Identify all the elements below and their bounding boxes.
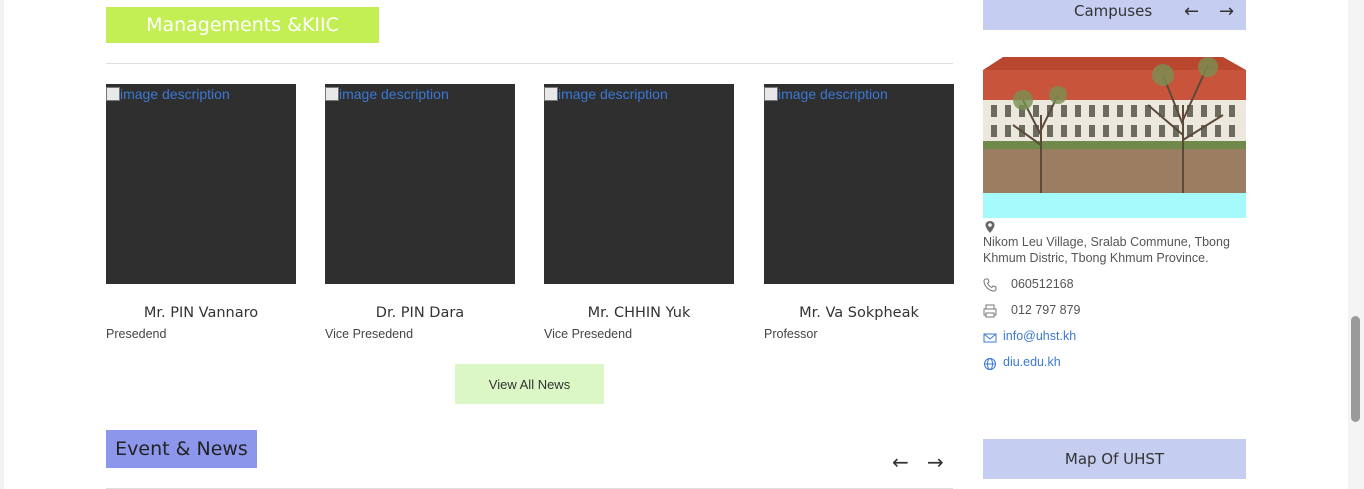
arrow-left-icon[interactable]: ← (892, 452, 909, 472)
campus-fax: 012 797 879 (1011, 303, 1081, 317)
member-card[interactable]: image description Mr. PIN Vannaro Presed… (106, 84, 296, 341)
broken-image-icon (764, 87, 778, 101)
member-photo: image description (106, 84, 296, 284)
broken-image-icon (106, 87, 120, 101)
broken-image-alt: image description (764, 86, 954, 102)
event-news-section-title: Event & News (106, 430, 257, 468)
management-section-title: Managements &KIIC (106, 7, 379, 43)
broken-image-alt: image description (106, 86, 296, 102)
member-role: Vice Presedend (325, 327, 414, 341)
view-all-news-button[interactable]: View All News (455, 364, 604, 404)
campus-address: Nikom Leu Village, Sralab Commune, Tbong… (983, 235, 1230, 265)
broken-image-icon (325, 87, 339, 101)
map-section-title: Map Of UHST (983, 439, 1246, 479)
member-card[interactable]: image description Mr. Va Sokpheak Profes… (764, 84, 954, 341)
member-card[interactable]: image description Dr. PIN Dara Vice Pres… (325, 84, 515, 341)
page: Managements &KIIC image description Mr. … (0, 0, 1364, 489)
globe-icon (984, 358, 996, 370)
campus-photo (983, 45, 1246, 193)
member-name: Mr. CHHIN Yuk (587, 305, 691, 321)
member-name: Mr. Va Sokpheak (799, 305, 919, 321)
campus-caption-strip (983, 193, 1246, 218)
phone-icon (983, 278, 997, 292)
broken-image-icon (544, 87, 558, 101)
member-card[interactable]: image description Mr. CHHIN Yuk Vice Pre… (544, 84, 734, 341)
scrollbar-thumb[interactable] (1351, 316, 1360, 422)
campus-email-link[interactable]: info@uhst.kh (1003, 329, 1076, 343)
member-role: Professor (764, 327, 818, 341)
campus-website-link[interactable]: diu.edu.kh (1003, 355, 1061, 369)
member-name: Dr. PIN Dara (375, 305, 465, 321)
member-photo: image description (544, 84, 734, 284)
campus-phone: 060512168 (1011, 277, 1074, 291)
campuses-title: Campuses (1074, 2, 1153, 20)
mail-icon (983, 333, 997, 343)
map-pin-icon (985, 221, 995, 233)
left-edge (0, 0, 4, 489)
member-photo: image description (764, 84, 954, 284)
arrow-right-icon[interactable]: → (927, 452, 944, 472)
divider (106, 63, 953, 64)
member-role: Presedend (106, 327, 167, 341)
arrow-right-icon[interactable]: → (1219, 2, 1234, 22)
member-name: Mr. PIN Vannaro (143, 305, 259, 321)
fax-icon (983, 304, 997, 318)
broken-image-alt: image description (544, 86, 734, 102)
member-photo: image description (325, 84, 515, 284)
arrow-left-icon[interactable]: ← (1184, 2, 1199, 22)
member-role: Vice Presedend (544, 327, 633, 341)
broken-image-alt: image description (325, 86, 515, 102)
